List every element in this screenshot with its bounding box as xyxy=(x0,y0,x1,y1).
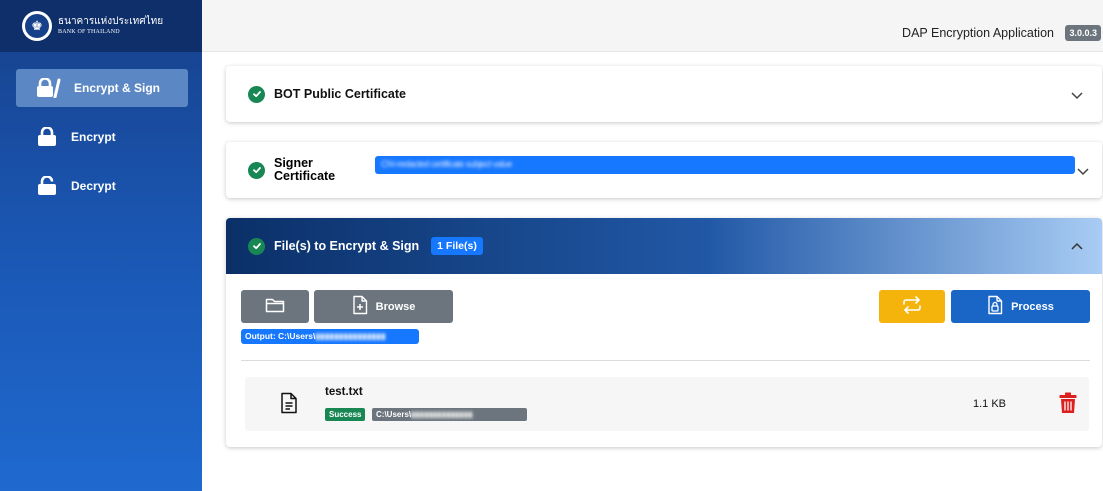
divider xyxy=(241,360,1090,361)
lock-icon xyxy=(36,127,58,147)
folder-icon xyxy=(265,297,285,316)
bot-certificate-panel[interactable]: BOT Public Certificate xyxy=(226,66,1102,122)
file-list-item: test.txt Success C:\Users\▮▮▮▮▮▮▮▮▮▮▮▮▮▮… xyxy=(245,377,1089,431)
bot-seal-icon: ♚ xyxy=(22,11,52,41)
sidebar-item-decrypt[interactable]: Decrypt xyxy=(0,167,202,205)
sidebar-item-label: Encrypt xyxy=(71,130,116,144)
files-panel-header[interactable]: File(s) to Encrypt & Sign 1 File(s) xyxy=(226,218,1102,274)
brand-thai-name: ธนาคารแห่งประเทศไทย xyxy=(58,16,164,27)
sidebar-item-encrypt-sign[interactable]: Encrypt & Sign xyxy=(16,69,188,107)
swap-arrows-icon xyxy=(901,296,923,317)
swap-button[interactable] xyxy=(879,290,945,323)
brand-logo: ♚ ธนาคารแห่งประเทศไทย BANK OF THAILAND xyxy=(0,0,202,52)
file-text-icon xyxy=(280,392,298,419)
signer-certificate-panel[interactable]: Signer Certificate CN=redacted certifica… xyxy=(226,142,1102,198)
process-button[interactable]: Process xyxy=(951,290,1090,323)
panel-title: Signer Certificate xyxy=(274,156,336,183)
check-circle-icon xyxy=(248,161,265,179)
top-bar: DAP Encryption Application 3.0.0.3 xyxy=(202,0,1103,52)
chevron-down-icon[interactable] xyxy=(1076,164,1090,182)
file-add-icon xyxy=(352,295,368,318)
output-folder-button[interactable] xyxy=(241,290,309,323)
brand-english-name: BANK OF THAILAND xyxy=(58,29,120,35)
file-path-badge: C:\Users\▮▮▮▮▮▮▮▮▮▮▮▮▮▮ xyxy=(372,408,527,421)
sidebar-item-label: Decrypt xyxy=(71,179,116,193)
panel-title: File(s) to Encrypt & Sign xyxy=(274,239,420,253)
process-label: Process xyxy=(1011,300,1054,313)
version-badge: 3.0.0.3 xyxy=(1065,25,1101,41)
redacted-text: ▮▮▮▮▮▮▮▮▮▮▮▮▮▮▮ xyxy=(315,331,386,341)
browse-button[interactable]: Browse xyxy=(314,290,453,323)
lock-sign-icon xyxy=(36,78,62,98)
sidebar: ♚ ธนาคารแห่งประเทศไทย BANK OF THAILAND E… xyxy=(0,0,202,491)
chevron-down-icon[interactable] xyxy=(1070,88,1084,106)
file-lock-icon xyxy=(987,295,1003,318)
redacted-text: ▮▮▮▮▮▮▮▮▮▮▮▮▮▮ xyxy=(411,410,473,419)
unlock-icon xyxy=(36,176,58,196)
output-path-badge: Output: C:\Users\▮▮▮▮▮▮▮▮▮▮▮▮▮▮▮ xyxy=(241,329,419,344)
check-circle-icon xyxy=(248,85,265,103)
trash-icon[interactable] xyxy=(1059,392,1077,419)
app-title: DAP Encryption Application xyxy=(902,26,1054,40)
sidebar-item-label: Encrypt & Sign xyxy=(74,81,161,95)
check-circle-icon xyxy=(248,237,265,255)
sidebar-nav: Encrypt & Sign Encrypt Decrypt xyxy=(0,52,202,205)
signer-certificate-value: CN=redacted certificate subject value xyxy=(375,156,1075,174)
file-count-badge: 1 File(s) xyxy=(431,237,483,255)
status-badge: Success xyxy=(325,408,366,421)
browse-label: Browse xyxy=(375,300,416,313)
file-name: test.txt xyxy=(325,386,363,398)
sidebar-item-encrypt[interactable]: Encrypt xyxy=(0,118,202,156)
chevron-up-icon[interactable] xyxy=(1070,240,1084,258)
panel-title: BOT Public Certificate xyxy=(274,87,406,101)
file-size: 1.1 KB xyxy=(972,398,1006,410)
files-panel: File(s) to Encrypt & Sign 1 File(s) Brow… xyxy=(226,218,1102,447)
